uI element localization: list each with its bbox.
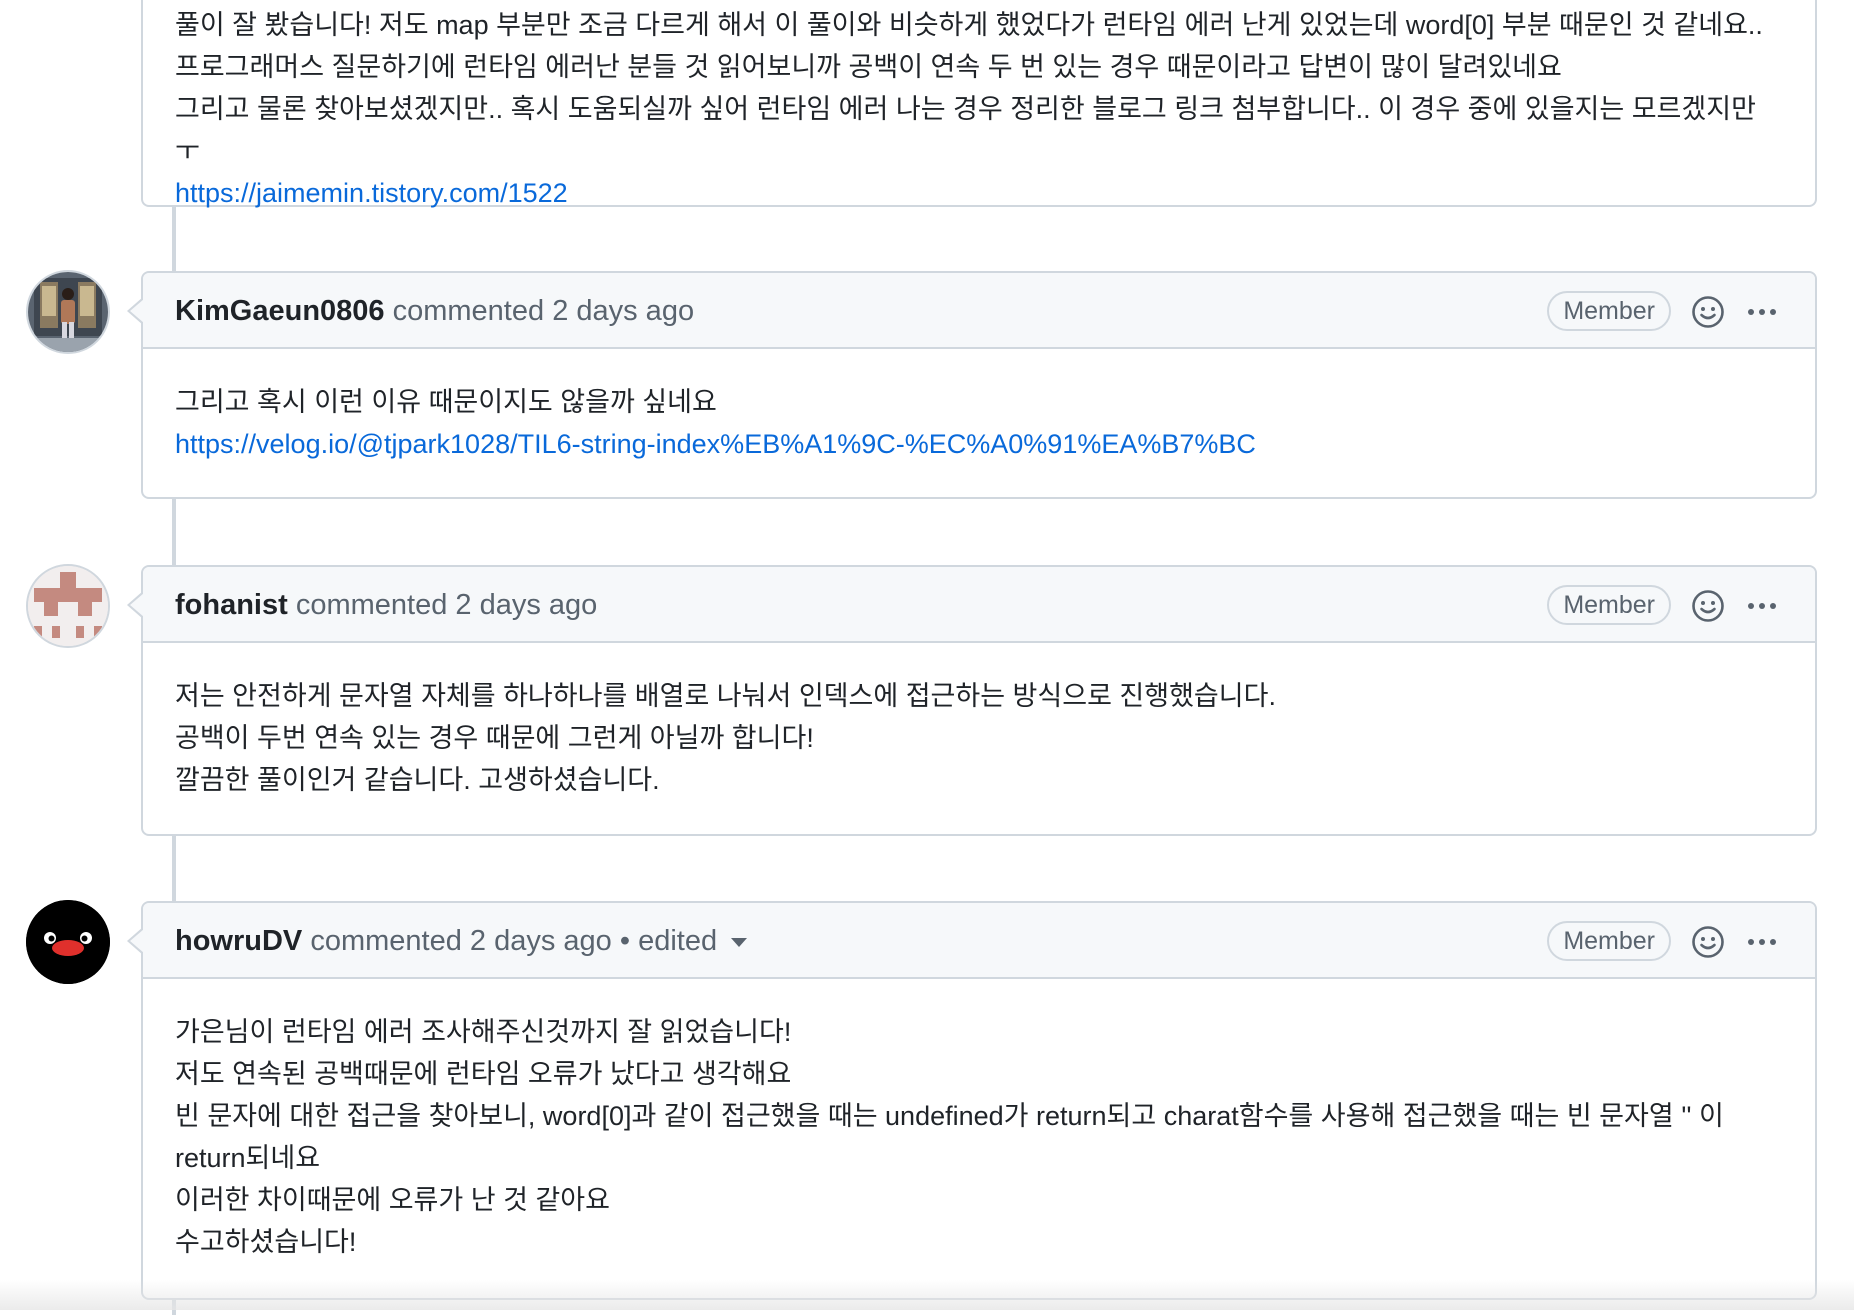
- comment-line: 그리고 물론 찾아보셨겠지만.. 혹시 도움되실까 싶어 런타임 에러 나는 경…: [175, 88, 1783, 172]
- comment-header: KimGaeun0806 commented 2 days ago Member: [143, 273, 1815, 349]
- comment-line: 깔끔한 풀이인거 같습니다. 고생하셨습니다.: [175, 759, 1783, 801]
- speech-arrow: [127, 297, 143, 325]
- comment-line: 공백이 두번 연속 있는 경우 때문에 그런게 아닐까 합니다!: [175, 717, 1783, 759]
- comment-timestamp[interactable]: 2 days ago: [470, 925, 612, 957]
- smiley-icon[interactable]: [1691, 925, 1725, 959]
- comment-action: commented: [393, 295, 545, 327]
- avatar[interactable]: [26, 270, 110, 354]
- edited-dropdown[interactable]: edited: [638, 925, 747, 957]
- author-link[interactable]: fohanist: [175, 589, 288, 621]
- comment-line: 그리고 혹시 이런 이유 때문이지도 않을까 싶네요: [175, 381, 1783, 423]
- kebab-horizontal-icon[interactable]: [1745, 295, 1779, 329]
- comment-line: 이러한 차이때문에 오류가 난 것 같아요: [175, 1179, 1783, 1221]
- comment-card: howruDV commented 2 days ago • edited Me…: [141, 901, 1817, 1300]
- pingu-avatar-icon: [26, 900, 110, 984]
- kebab-horizontal-icon[interactable]: [1745, 589, 1779, 623]
- comment-link[interactable]: https://jaimemin.tistory.com/1522: [175, 178, 568, 208]
- speech-arrow: [127, 591, 143, 619]
- timeline-connector: [172, 834, 176, 902]
- comment-line: 저는 안전하게 문자열 자체를 하나하나를 배열로 나눠서 인덱스에 접근하는 …: [175, 675, 1783, 717]
- speech-arrow: [127, 927, 143, 955]
- comment-body: 가은님이 런타임 에러 조사해주신것까지 잘 읽었습니다! 저도 연속된 공백때…: [143, 979, 1815, 1293]
- comment-header: howruDV commented 2 days ago • edited Me…: [143, 903, 1815, 979]
- comment-body: 그리고 혹시 이런 이유 때문이지도 않을까 싶네요 https://velog…: [143, 349, 1815, 495]
- kebab-horizontal-icon[interactable]: [1745, 925, 1779, 959]
- comment-line: 저도 연속된 공백때문에 런타임 오류가 났다고 생각해요: [175, 1053, 1783, 1095]
- comment-header: fohanist commented 2 days ago Member: [143, 567, 1815, 643]
- comment-action: commented: [310, 925, 462, 957]
- comment-line: return되네요: [175, 1137, 1783, 1179]
- edited-label: edited: [638, 925, 717, 957]
- comment-body: 저는 안전하게 문자열 자체를 하나하나를 배열로 나눠서 인덱스에 접근하는 …: [143, 643, 1815, 831]
- comment-card: 풀이 잘 봤습니다! 저도 map 부분만 조금 다르게 해서 이 풀이와 비슷…: [141, 0, 1817, 207]
- comment-timestamp[interactable]: 2 days ago: [455, 589, 597, 621]
- author-link[interactable]: howruDV: [175, 925, 302, 957]
- comment-body: 풀이 잘 봤습니다! 저도 map 부분만 조금 다르게 해서 이 풀이와 비슷…: [143, 0, 1815, 244]
- comment-line: 프로그래머스 질문하기에 런타임 에러난 분들 것 읽어보니까 공백이 연속 두…: [175, 46, 1783, 88]
- caret-down-icon: [731, 938, 747, 947]
- comment-line: 빈 문자에 대한 접근을 찾아보니, word[0]과 같이 접근했을 때는 u…: [175, 1095, 1783, 1137]
- avatar[interactable]: [26, 900, 110, 984]
- comment-line: 풀이 잘 봤습니다! 저도 map 부분만 조금 다르게 해서 이 풀이와 비슷…: [175, 4, 1783, 46]
- author-link[interactable]: KimGaeun0806: [175, 295, 385, 327]
- smiley-icon[interactable]: [1691, 589, 1725, 623]
- bottom-fade: [0, 1280, 1854, 1310]
- avatar[interactable]: [26, 564, 110, 648]
- comment-action: commented: [296, 589, 448, 621]
- comment-card: fohanist commented 2 days ago Member 저는 …: [141, 565, 1817, 836]
- member-badge: Member: [1547, 921, 1671, 961]
- comment-line: 수고하셨습니다!: [175, 1221, 1783, 1263]
- timeline-connector: [172, 498, 176, 566]
- identicon-icon: [28, 566, 108, 646]
- smiley-icon[interactable]: [1691, 295, 1725, 329]
- comment-line: 가은님이 런타임 에러 조사해주신것까지 잘 읽었습니다!: [175, 1011, 1783, 1053]
- comment-link[interactable]: https://velog.io/@tjpark1028/TIL6-string…: [175, 429, 1256, 459]
- comment-timestamp[interactable]: 2 days ago: [552, 295, 694, 327]
- member-badge: Member: [1547, 585, 1671, 625]
- avatar-photo-icon: [28, 272, 108, 352]
- comment-card: KimGaeun0806 commented 2 days ago Member…: [141, 271, 1817, 499]
- member-badge: Member: [1547, 291, 1671, 331]
- separator-dot: •: [620, 925, 630, 957]
